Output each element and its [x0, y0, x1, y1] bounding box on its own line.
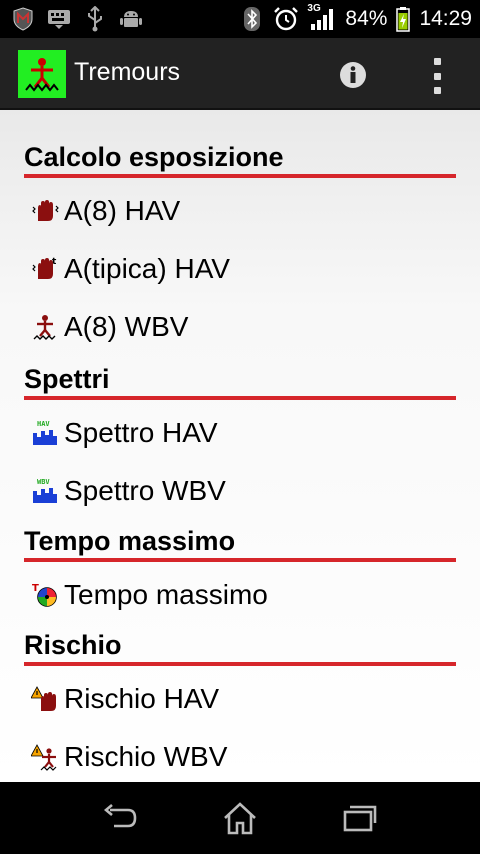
svg-text:T: T — [32, 583, 39, 594]
list-item-rischio-hav[interactable]: Rischio HAV — [30, 676, 219, 722]
max-time-icon: T — [30, 580, 60, 610]
item-label: A(tipica) HAV — [64, 253, 230, 284]
spectrum-wbv-icon: WBV — [30, 476, 60, 506]
svg-text:HAV: HAV — [37, 420, 50, 428]
network-type-label: 3G — [307, 3, 321, 14]
item-label: Rischio HAV — [64, 683, 220, 714]
hand-vibration-icon — [30, 196, 60, 226]
battery-percent: 84% — [345, 7, 388, 30]
risk-wbv-icon — [30, 742, 60, 772]
tremours-app-icon[interactable] — [18, 50, 66, 98]
item-label: Tempo massimo — [64, 579, 268, 610]
mcafee-icon — [10, 6, 36, 32]
whole-body-vibration-icon — [30, 312, 60, 342]
item-label: A(8) WBV — [64, 311, 189, 342]
list-item-spettro-wbv[interactable]: WBV Spettro WBV — [30, 468, 226, 514]
usb-icon — [82, 6, 108, 32]
item-label: Rischio WBV — [64, 741, 228, 772]
section-title: Rischio — [24, 630, 122, 660]
app-title: Tremours — [74, 58, 181, 86]
item-label: Spettro HAV — [64, 417, 218, 448]
battery-charging-icon — [395, 6, 411, 32]
android-debug-icon — [118, 6, 144, 32]
section-header-calcolo-esposizione: Calcolo esposizione — [24, 140, 456, 178]
notification-icons — [10, 6, 144, 32]
item-label: Spettro WBV — [64, 475, 226, 506]
item-label: A(8) HAV — [64, 195, 181, 226]
action-bar: Tremours — [0, 38, 480, 110]
system-icons: 3G 84% 14:29 — [239, 3, 472, 34]
bluetooth-icon — [239, 6, 265, 32]
menu-list: Calcolo esposizione A(8) HAV t A(tipica)… — [0, 110, 480, 782]
recent-apps-icon[interactable] — [340, 798, 380, 838]
svg-text:t: t — [52, 257, 57, 267]
list-item-a8-wbv[interactable]: A(8) WBV — [30, 304, 188, 350]
section-header-tempo-massimo: Tempo massimo — [24, 524, 456, 562]
list-item-atipica-hav[interactable]: t A(tipica) HAV — [30, 246, 230, 292]
svg-text:WBV: WBV — [37, 478, 50, 486]
list-item-spettro-hav[interactable]: HAV Spettro HAV — [30, 410, 218, 456]
overflow-menu-icon[interactable] — [424, 56, 450, 96]
list-item-rischio-wbv[interactable]: Rischio WBV — [30, 734, 227, 780]
signal-icon: 3G — [307, 3, 337, 32]
list-item-tempo-massimo[interactable]: T Tempo massimo — [30, 572, 268, 618]
keyboard-icon — [46, 6, 72, 32]
info-icon[interactable] — [338, 60, 368, 90]
status-bar: 3G 84% 14:29 — [0, 0, 480, 38]
section-header-rischio: Rischio — [24, 628, 456, 666]
risk-hav-icon — [30, 684, 60, 714]
back-icon[interactable] — [100, 798, 140, 838]
clock: 14:29 — [419, 7, 472, 30]
navigation-bar — [0, 782, 480, 854]
section-title: Tempo massimo — [24, 526, 236, 556]
list-item-a8-hav[interactable]: A(8) HAV — [30, 188, 180, 234]
alarm-icon — [273, 6, 299, 32]
section-title: Spettri — [24, 364, 110, 394]
section-header-spettri: Spettri — [24, 362, 456, 400]
spectrum-hav-icon: HAV — [30, 418, 60, 448]
home-icon[interactable] — [220, 798, 260, 838]
section-title: Calcolo esposizione — [24, 142, 284, 172]
hand-vibration-typical-icon: t — [30, 254, 60, 284]
